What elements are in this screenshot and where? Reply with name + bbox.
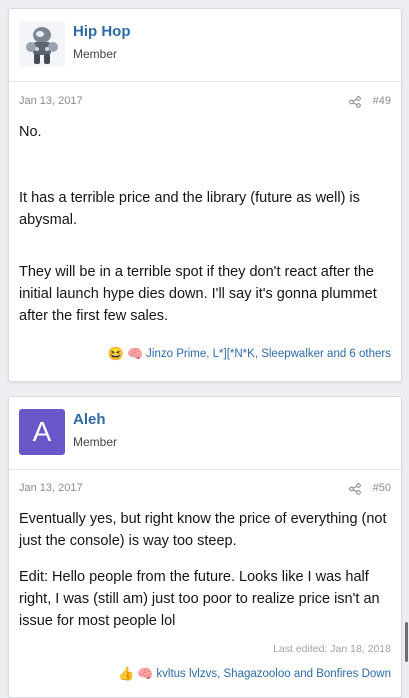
post-user-block: Hip Hop Member	[9, 9, 401, 82]
message-paragraph: It has a terrible price and the library …	[19, 190, 360, 228]
post-date[interactable]: Jan 13, 2017	[19, 482, 83, 494]
post-number-link[interactable]: #50	[373, 482, 391, 494]
reactions-bar[interactable]: 😆 🧠 Jinzo Prime, L*][*N*K, Sleepwalker a…	[108, 346, 391, 362]
post-meta: Jan 13, 2017 #49	[9, 95, 401, 115]
share-icon[interactable]	[349, 96, 361, 111]
share-icon[interactable]	[349, 483, 361, 498]
user-avatar[interactable]	[19, 21, 65, 67]
laughing-face-emoji: 😆	[107, 346, 124, 361]
brain-emoji: 🧠	[126, 346, 144, 361]
last-edited-note: Last edited: Jan 18, 2018	[273, 643, 391, 655]
reactions-list-link[interactable]: Jinzo Prime, L*][*N*K, Sleepwalker and 6…	[146, 348, 391, 360]
message-paragraph: Edit: Hello people from the future. Look…	[19, 569, 380, 629]
message-paragraph: Eventually yes, but right know the price…	[19, 511, 387, 549]
post-date[interactable]: Jan 13, 2017	[19, 95, 83, 107]
page-scrollbar[interactable]	[405, 622, 408, 662]
reactions-list-link[interactable]: kvltus lvlzvs, Shagazooloo and Bonfires …	[156, 668, 391, 680]
user-title: Member	[73, 435, 118, 449]
post-user-block: A Aleh Member	[9, 397, 401, 470]
post-49: Hip Hop Member Jan 13, 2017 #49 No. It h…	[8, 8, 402, 382]
message-paragraph: They will be in a terrible spot if they …	[19, 264, 377, 324]
username-link[interactable]: Hip Hop	[73, 23, 131, 40]
username-link[interactable]: Aleh	[73, 411, 106, 428]
post-50: A Aleh Member Jan 13, 2017 #50 Eventuall…	[8, 396, 402, 698]
user-title: Member	[73, 47, 118, 61]
user-avatar[interactable]: A	[19, 409, 65, 455]
post-message: Eventually yes, but right know the price…	[19, 508, 387, 632]
post-meta: Jan 13, 2017 #50	[9, 482, 401, 502]
message-paragraph: No.	[19, 124, 42, 140]
robot-avatar-image	[19, 21, 65, 67]
post-message: No. It has a terrible price and the libr…	[19, 121, 387, 327]
post-number-link[interactable]: #49	[373, 95, 391, 107]
